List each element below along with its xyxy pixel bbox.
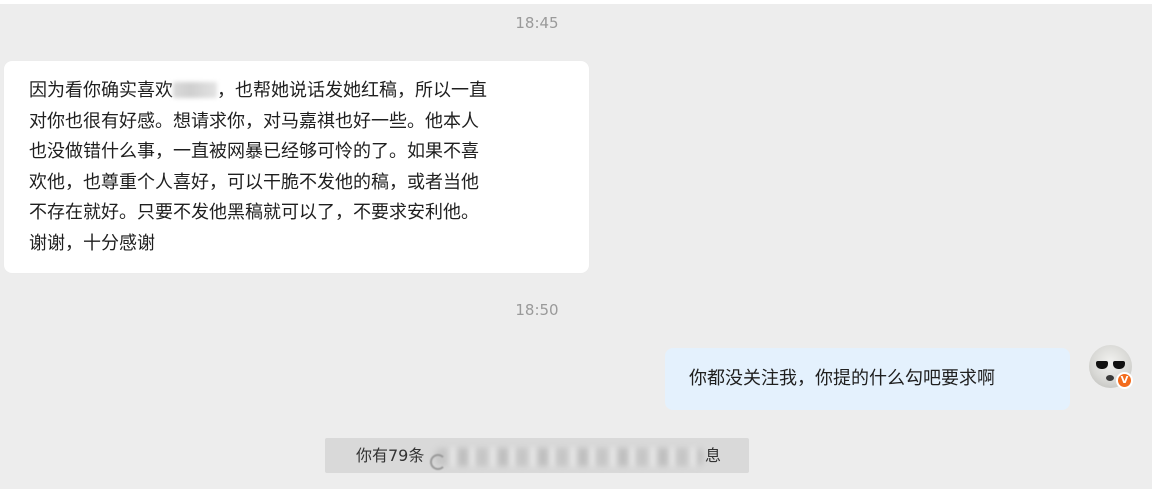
top-divider: [0, 0, 1152, 4]
unread-messages-notice[interactable]: 你有79条 息: [325, 438, 749, 473]
message-timestamp: 18:45: [515, 14, 559, 32]
incoming-message-bubble[interactable]: 因为看你确实喜欢 ，也帮她说话发她红稿，所以一直 对你也很有好感。想请求你，对马嘉…: [4, 61, 589, 273]
message-line: 也没做错什么事，一直被网暴已经够可怜的了。如果不喜: [29, 141, 479, 163]
avatar-mouth: [1106, 375, 1114, 381]
loading-icon: [430, 454, 446, 470]
message-text: ，也帮她说话发她红稿，所以一直: [217, 80, 487, 101]
message-line: 谢谢，十分感谢: [29, 232, 155, 254]
redacted-name: [173, 82, 217, 98]
verified-badge-icon: V: [1116, 372, 1133, 389]
notice-text-end: 息: [705, 446, 722, 465]
message-text: 你都没关注我，你提的什么勾吧要求啊: [689, 368, 995, 389]
sunglasses-icon: [1096, 361, 1125, 369]
message-line: 因为看你确实喜欢 ，也帮她说话发她红稿，所以一直: [29, 76, 569, 107]
notice-text-start: 你有79条: [356, 446, 425, 465]
message-text: 因为看你确实喜欢: [29, 80, 173, 101]
redacted-text: [435, 448, 703, 466]
message-line: 欢他，也尊重个人喜好，可以干脆不发他的稿，或者当他: [29, 171, 479, 193]
message-line: 对你也很有好感。想请求你，对马嘉祺也好一些。他本人: [29, 110, 479, 132]
message-line: 不存在就好。只要不发他黑稿就可以了，不要求安利他。: [29, 202, 479, 224]
message-timestamp: 18:50: [515, 301, 559, 319]
outgoing-message-bubble[interactable]: 你都没关注我，你提的什么勾吧要求啊: [665, 348, 1070, 410]
